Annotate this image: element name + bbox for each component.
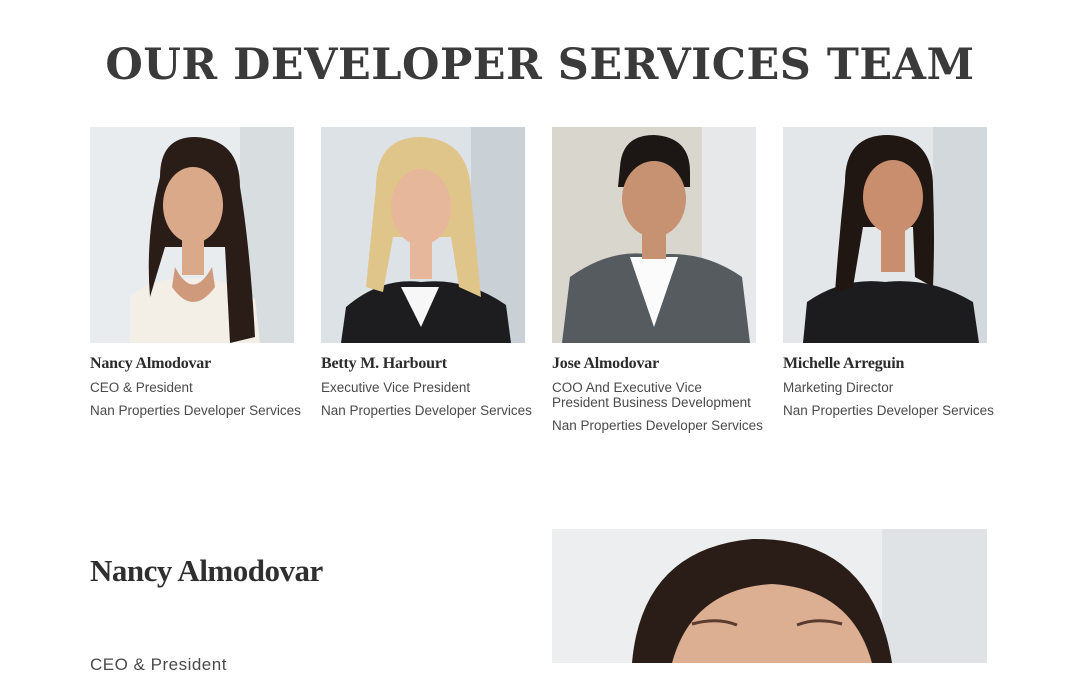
team-member-card[interactable]: Michelle Arreguin Marketing Director Nan…: [783, 127, 994, 418]
team-member-role: CEO & President: [90, 380, 193, 395]
team-member-card[interactable]: Jose Almodovar COO And Executive Vice Pr…: [552, 127, 763, 433]
section-title: OUR DEVELOPER SERVICES TEAM: [105, 40, 975, 90]
team-member-role: Executive Vice President: [321, 380, 471, 395]
portrait-woman-blonde-hair-icon: [321, 127, 525, 343]
team-member-photo[interactable]: [90, 127, 294, 343]
team-member-company: Nan Properties Developer Services: [552, 418, 763, 433]
portrait-man-gray-blazer-icon: [552, 127, 756, 343]
team-member-company: Nan Properties Developer Services: [321, 403, 532, 418]
team-member-name[interactable]: Nancy Almodovar: [90, 355, 294, 373]
team-member-name[interactable]: Betty M. Harbourt: [321, 355, 525, 373]
team-member-company: Nan Properties Developer Services: [90, 403, 301, 418]
featured-member-photo: [552, 529, 987, 663]
team-member-name[interactable]: Jose Almodovar: [552, 355, 756, 373]
team-member-photo[interactable]: [783, 127, 987, 343]
portrait-woman-dark-hair-icon: [90, 127, 294, 343]
featured-member-name: Nancy Almodovar: [90, 553, 323, 588]
portrait-woman-dark-hair-icon: [552, 529, 987, 663]
featured-member-role: CEO & President: [90, 655, 227, 674]
team-member-photo[interactable]: [321, 127, 525, 343]
team-member-company: Nan Properties Developer Services: [783, 403, 994, 418]
team-grid: Nancy Almodovar CEO & President Nan Prop…: [90, 127, 994, 457]
team-member-card[interactable]: Nancy Almodovar CEO & President Nan Prop…: [90, 127, 301, 418]
team-member-photo[interactable]: [552, 127, 756, 343]
team-member-card[interactable]: Betty M. Harbourt Executive Vice Preside…: [321, 127, 532, 418]
team-member-role: COO And Executive Vice President Busines…: [552, 380, 751, 410]
team-member-role: Marketing Director: [783, 380, 894, 395]
team-member-name[interactable]: Michelle Arreguin: [783, 355, 987, 373]
portrait-woman-dark-hair-icon: [783, 127, 987, 343]
